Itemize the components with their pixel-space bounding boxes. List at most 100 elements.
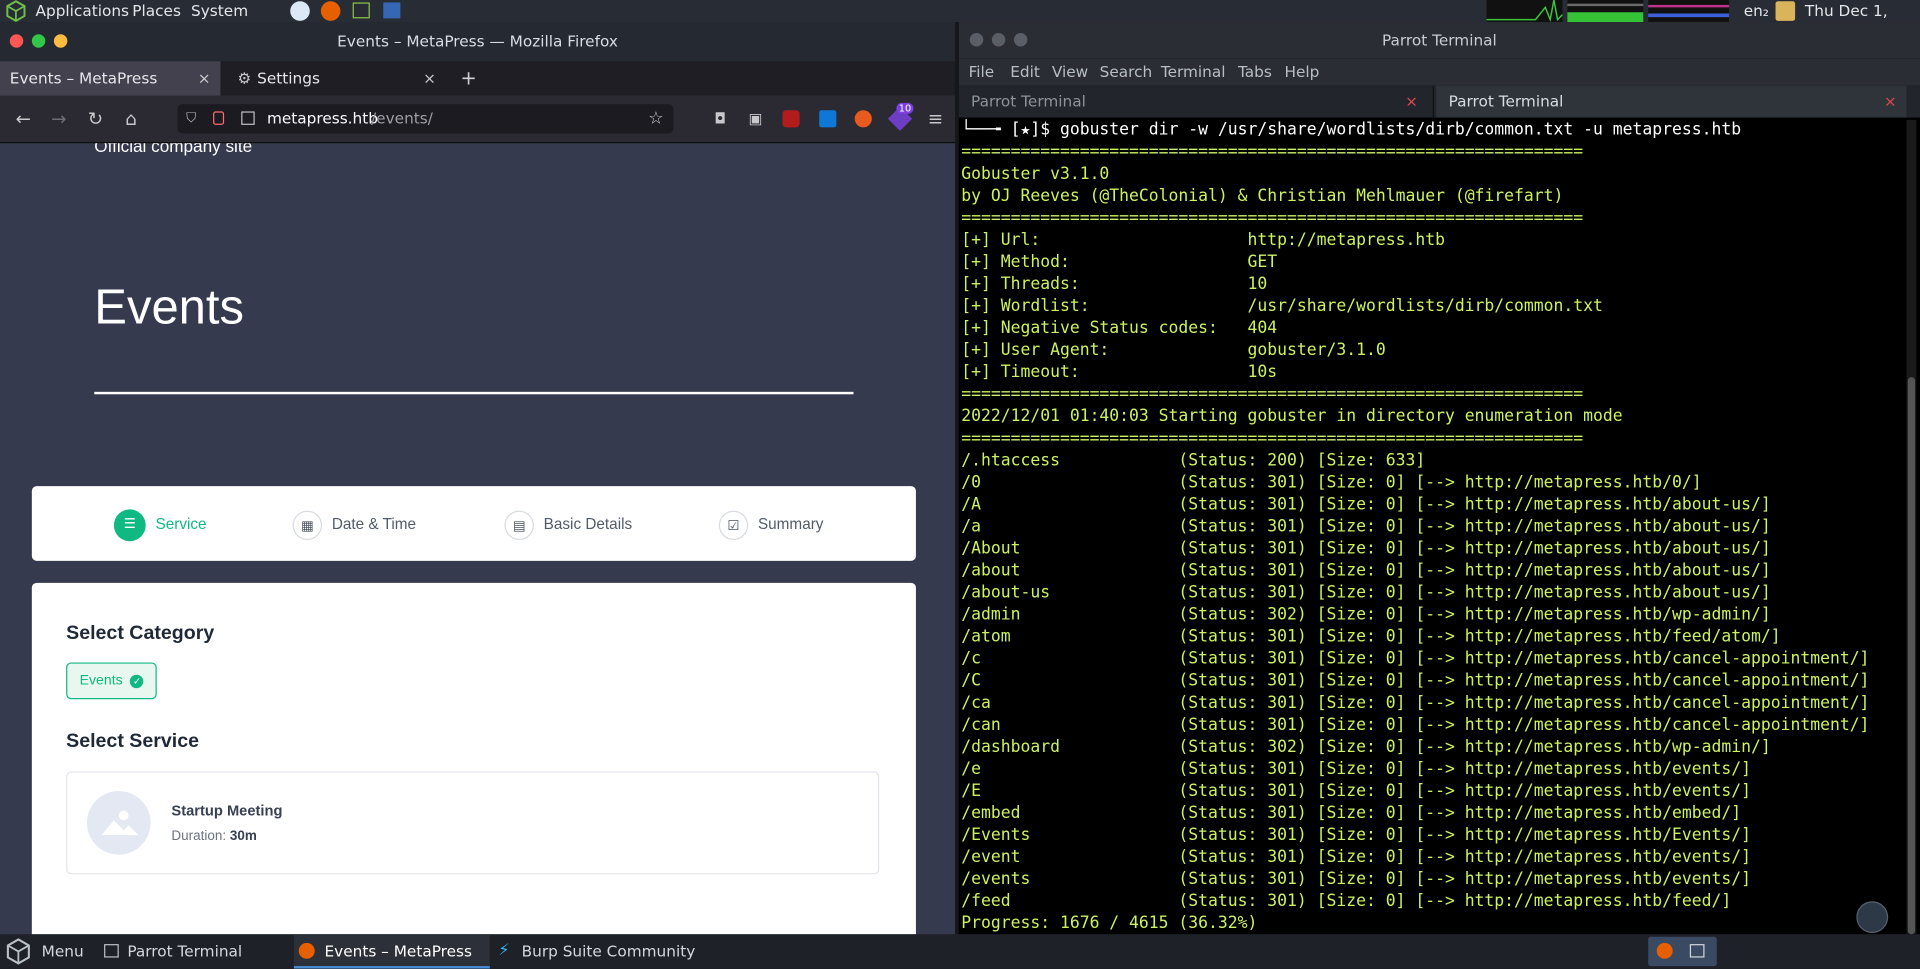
close-window-button[interactable] [9,34,24,48]
insecure-lock-icon[interactable] [213,111,225,125]
taskbar-item-terminal[interactable]: Parrot Terminal [100,934,290,968]
menu-system[interactable]: System [191,1,248,19]
back-icon[interactable]: ← [10,105,37,132]
terminal-scrollbar[interactable] [1906,120,1917,935]
firefox-window-title: Events – MetaPress — Mozilla Firefox [337,31,618,51]
trash-icon[interactable] [1856,901,1889,934]
terminal-tab-2[interactable]: Parrot Terminal × [1436,85,1907,118]
close-tab-icon[interactable]: × [1884,86,1897,118]
terminal-launcher-icon[interactable] [383,2,401,19]
taskbar-item-burp[interactable]: ⚡ Burp Suite Community ... [495,934,703,968]
bottom-taskbar: Menu Parrot Terminal Events – MetaPress … [0,934,1920,969]
memory-monitor-graph [1567,0,1644,23]
duration-label: Duration: [171,828,227,844]
firefox-launcher-icon[interactable] [320,1,341,21]
terminal-line: /ca (Status: 301) [Size: 0] [--> http://… [961,694,1870,713]
tab-label: Settings [257,68,320,87]
home-icon[interactable]: ⌂ [118,105,145,132]
step-date-time[interactable]: ▦ Date & Time [292,508,416,540]
shield-icon[interactable]: ⛉ [186,104,196,133]
terminal-line: /about-us (Status: 301) [Size: 0] [--> h… [961,584,1771,603]
terminal-titlebar: Parrot Terminal [958,22,1920,59]
terminal-line: [+] Negative Status codes: 404 [961,319,1278,338]
terminal-line: ========================================… [961,429,1584,449]
menu-tabs[interactable]: Tabs [1238,62,1272,80]
step-service[interactable]: ☰ Service [113,508,207,541]
menu-edit[interactable]: Edit [1010,62,1040,80]
terminal-tab-1[interactable]: Parrot Terminal × [959,85,1434,118]
tab-label: Events – MetaPress [9,68,158,87]
terminal-output[interactable]: └──╼ [★]$ gobuster dir -w /usr/share/wor… [961,120,1904,934]
url-bar[interactable]: ⛉ metapress.htb /events/ ☆ [177,104,674,134]
firefox-window: Events – MetaPress — Mozilla Firefox Eve… [0,22,956,935]
step-label: Summary [757,515,824,533]
calendar-icon: ▦ [292,510,323,540]
category-chip-events[interactable]: Events ✓ [66,662,158,700]
top-panel: Applications Places System en₂ Thu Dec 1… [0,0,1920,38]
menu-view[interactable]: View [1052,62,1088,80]
close-tab-icon[interactable]: × [423,61,436,95]
start-menu-button[interactable]: Menu [5,934,91,968]
hamburger-menu-icon[interactable]: ≡ [922,105,949,132]
firefox-navbar: ← → ↻ ⌂ ⛉ metapress.htb /events/ ☆ ◘ ▣ 1… [0,95,956,144]
minimize-window-button[interactable] [53,34,68,48]
terminal-line: /about (Status: 301) [Size: 0] [--> http… [961,562,1771,581]
maximize-window-button[interactable] [991,33,1006,47]
extension-fox-icon[interactable] [854,110,872,128]
menu-help[interactable]: Help [1285,62,1320,80]
terminal-line: by OJ Reeves (@TheColonial) & Christian … [961,187,1564,206]
new-tab-button[interactable]: + [460,61,480,95]
terminal-line: /atom (Status: 301) [Size: 0] [--> http:… [961,628,1781,647]
terminal-line: Progress: 1676 / 4615 (36.32%) [961,914,1258,934]
terminal-line: /embed (Status: 301) [Size: 0] [--> http… [961,804,1742,823]
maximize-window-button[interactable] [31,34,46,48]
workspace-switcher[interactable] [1648,936,1717,967]
star-icon[interactable]: ☆ [648,104,663,133]
terminal-line: /e (Status: 301) [Size: 0] [--> http://m… [961,760,1751,779]
network-icon[interactable] [1775,1,1796,21]
firefox-icon [298,942,315,959]
launcher-icon[interactable] [290,1,310,21]
container-icon[interactable]: ▣ [742,105,769,132]
terminal-line: [+] Wordlist: /usr/share/wordlists/dirb/… [961,297,1603,316]
scrollbar-thumb[interactable] [1907,377,1916,935]
menu-search[interactable]: Search [1100,62,1153,80]
close-tab-icon[interactable]: × [198,61,211,95]
duration-value: 30m [229,828,257,844]
terminal-line: /dashboard (Status: 302) [Size: 0] [--> … [961,738,1771,757]
service-option-startup-meeting[interactable]: Startup Meeting Duration: 30m [66,771,880,875]
gear-icon: ⚙ [237,68,252,87]
menu-file[interactable]: File [969,62,995,80]
menu-label: Menu [41,941,84,961]
page-title: Events [94,280,245,335]
close-window-button[interactable] [969,33,984,47]
cpu-monitor-graph [1486,0,1563,23]
extension-badge: 10 [896,102,914,114]
menu-terminal[interactable]: Terminal [1161,62,1226,80]
menu-places[interactable]: Places [132,1,181,19]
terminal-line: [+] Timeout: 10s [961,363,1278,383]
taskbar-item-firefox[interactable]: Events – MetaPress — ... [293,934,490,969]
pocket-icon[interactable]: ◘ [707,105,734,132]
forward-icon[interactable]: → [45,105,72,132]
keyboard-layout[interactable]: en₂ [1744,1,1769,19]
terminal-line: ========================================… [961,143,1584,162]
tab-events-metapress[interactable]: Events – MetaPress × [0,61,221,96]
check-icon: ✓ [130,674,144,689]
ublock-icon[interactable] [782,110,800,128]
url-host: metapress.htb [266,108,378,128]
menu-applications[interactable]: Applications [36,1,130,19]
files-launcher-icon[interactable] [352,2,370,19]
terminal-line: [+] Threads: 10 [961,275,1268,294]
image-placeholder-icon [86,791,151,855]
step-summary[interactable]: ☑ Summary [718,508,824,540]
terminal-line: 2022/12/01 01:40:03 Starting gobuster in… [961,407,1623,427]
reload-icon[interactable]: ↻ [82,105,109,132]
select-service-heading: Select Service [66,731,200,752]
terminal-icon [1689,944,1705,958]
close-tab-icon[interactable]: × [1405,86,1418,118]
step-basic-details[interactable]: ▤ Basic Details [504,508,632,540]
minimize-window-button[interactable] [1013,33,1028,47]
tab-settings[interactable]: ⚙ Settings × [228,61,448,95]
extension-s-icon[interactable] [819,110,837,128]
